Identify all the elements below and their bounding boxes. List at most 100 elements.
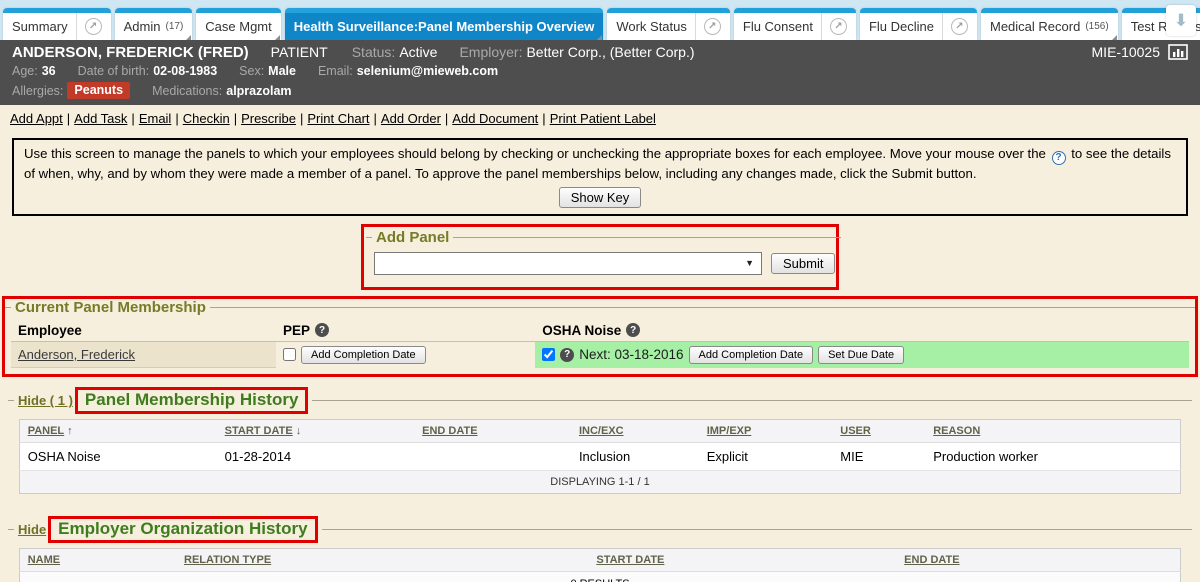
show-key-button[interactable]: Show Key: [559, 187, 642, 208]
cell-imp-exp: Explicit: [699, 443, 833, 471]
employer-history-header-row: NAME RELATION TYPE START DATE END DATE: [19, 549, 1181, 572]
age-label: Age:: [12, 64, 38, 78]
tab-medical-record[interactable]: Medical Record (156): [981, 8, 1118, 40]
osha-label: OSHA Noise: [542, 323, 621, 338]
quick-action-bar: Add Appt | Add Task | Email | Checkin | Prescrib…: [0, 105, 1200, 131]
link-separator: |: [374, 111, 377, 126]
chart-id: MIE-10025: [1092, 44, 1160, 60]
panel-history-hide-link[interactable]: Hide ( 1 ): [18, 393, 73, 408]
medications-value: alprazolam: [226, 84, 291, 98]
col-emp-end-date[interactable]: END DATE: [904, 554, 959, 566]
tab-popout-segment[interactable]: ↗: [821, 13, 847, 40]
bar-chart-icon[interactable]: [1168, 44, 1188, 60]
current-membership-fieldset: Current Panel Membership Employee PEP ? …: [5, 299, 1195, 375]
tab-popout-segment[interactable]: ↗: [695, 13, 721, 40]
record-type-label: PATIENT: [271, 44, 328, 60]
help-icon[interactable]: ?: [1052, 151, 1066, 165]
allergy-badge[interactable]: Peanuts: [67, 82, 130, 99]
tab-popout-segment[interactable]: ↗: [76, 13, 102, 40]
panel-history-header-row: PANEL↑ START DATE↓ END DATE INC/EXC IMP/…: [19, 420, 1181, 443]
add-task-link[interactable]: Add Task: [74, 111, 127, 126]
cell-end-date: [414, 443, 571, 471]
tab-flu-consent[interactable]: Flu Consent ↗: [734, 8, 856, 40]
tab-case-mgmt[interactable]: Case Mgmt: [196, 8, 280, 40]
col-start-date[interactable]: START DATE: [225, 425, 293, 437]
link-separator: |: [542, 111, 545, 126]
add-panel-select[interactable]: ▼: [374, 252, 762, 275]
pep-help-icon[interactable]: ?: [315, 323, 329, 337]
checkin-link[interactable]: Checkin: [183, 111, 230, 126]
add-appt-link[interactable]: Add Appt: [10, 111, 63, 126]
cell-inc-exc: Inclusion: [571, 443, 699, 471]
instructions-text-1: Use this screen to manage the panels to …: [24, 146, 1046, 161]
tab-menu-corner-icon: [1112, 35, 1117, 40]
employer-history-hide-link[interactable]: Hide: [18, 522, 46, 537]
col-inc-exc[interactable]: INC/EXC: [579, 425, 624, 437]
employer-history-table: NAME RELATION TYPE START DATE END DATE 0…: [19, 548, 1182, 582]
prescribe-link[interactable]: Prescribe: [241, 111, 296, 126]
email-link[interactable]: Email: [139, 111, 172, 126]
panel-history-section: Hide ( 1 ) Panel Membership History PANE…: [8, 387, 1192, 500]
add-panel-legend: Add Panel: [372, 229, 453, 246]
tab-summary[interactable]: Summary ↗: [3, 8, 111, 40]
add-order-link[interactable]: Add Order: [381, 111, 441, 126]
employer-history-legend: Hide Employer Organization History: [14, 516, 322, 543]
tab-work-status[interactable]: Work Status ↗: [607, 8, 730, 40]
tab-popout-segment[interactable]: ↗: [942, 13, 968, 40]
osha-next-due: Next: 03-18-2016: [579, 347, 683, 362]
print-chart-link[interactable]: Print Chart: [307, 111, 369, 126]
tab-label: Flu Consent: [743, 19, 813, 34]
panel-history-legend: Hide ( 1 ) Panel Membership History: [14, 387, 312, 414]
add-document-link[interactable]: Add Document: [452, 111, 538, 126]
pep-add-completion-date-button[interactable]: Add Completion Date: [301, 346, 426, 364]
col-employee: Employee: [11, 320, 276, 342]
chart-tab-bar: Summary ↗ Admin (17) Case Mgmt Health Su…: [0, 0, 1200, 40]
col-relation-type[interactable]: RELATION TYPE: [184, 554, 271, 566]
external-link-icon: ↗: [85, 18, 102, 35]
tab-admin[interactable]: Admin (17): [115, 8, 193, 40]
osha-checkbox[interactable]: [542, 348, 555, 361]
current-membership-legend: Current Panel Membership: [11, 299, 210, 316]
panel-history-title: Panel Membership History: [85, 390, 299, 409]
tab-flu-decline[interactable]: Flu Decline ↗: [860, 8, 977, 40]
tab-overflow-button[interactable]: ⬇: [1166, 5, 1196, 36]
print-patient-label-link[interactable]: Print Patient Label: [550, 111, 656, 126]
employee-link[interactable]: Anderson, Frederick: [18, 347, 135, 362]
tab-menu-corner-icon: [597, 35, 602, 40]
osha-row-help-icon[interactable]: ?: [560, 348, 574, 362]
dob-value: 02-08-1983: [153, 64, 217, 78]
patient-name: ANDERSON, FREDERICK (FRED): [12, 44, 249, 61]
col-emp-start-date[interactable]: START DATE: [596, 554, 664, 566]
col-end-date[interactable]: END DATE: [422, 425, 477, 437]
external-link-icon: ↗: [704, 18, 721, 35]
down-arrow-icon: ⬇: [1174, 11, 1188, 31]
panel-history-title-annotation: Panel Membership History: [75, 387, 309, 414]
employer-history-title-annotation: Employer Organization History: [48, 516, 317, 543]
panel-history-row: OSHA Noise 01-28-2014 Inclusion Explicit…: [19, 443, 1181, 471]
osha-add-completion-date-button[interactable]: Add Completion Date: [689, 346, 814, 364]
col-imp-exp[interactable]: IMP/EXP: [707, 425, 752, 437]
status-value: Active: [399, 44, 437, 60]
osha-help-icon[interactable]: ?: [626, 323, 640, 337]
link-separator: |: [234, 111, 237, 126]
panel-history-table: PANEL↑ START DATE↓ END DATE INC/EXC IMP/…: [19, 419, 1182, 494]
employer-value: Better Corp., (Better Corp.): [526, 44, 694, 60]
panel-history-footer-row: DISPLAYING 1-1 / 1: [19, 471, 1181, 494]
chevron-down-icon: ▼: [745, 258, 754, 268]
displaying-count: DISPLAYING 1-1 / 1: [19, 471, 1181, 494]
tab-menu-corner-icon: [186, 35, 191, 40]
cell-start-date: 01-28-2014: [217, 443, 414, 471]
link-separator: |: [445, 111, 448, 126]
pep-checkbox[interactable]: [283, 348, 296, 361]
col-reason[interactable]: REASON: [933, 425, 980, 437]
tab-label: Admin: [124, 19, 161, 34]
col-user[interactable]: USER: [840, 425, 871, 437]
col-panel[interactable]: PANEL: [28, 425, 64, 437]
external-link-icon: ↗: [951, 18, 968, 35]
tab-label: Flu Decline: [869, 19, 934, 34]
cell-panel: OSHA Noise: [19, 443, 216, 471]
osha-set-due-date-button[interactable]: Set Due Date: [818, 346, 904, 364]
col-name[interactable]: NAME: [28, 554, 60, 566]
add-panel-submit-button[interactable]: Submit: [771, 253, 835, 274]
tab-health-surveillance-active[interactable]: Health Surveillance:Panel Membership Ove…: [285, 8, 604, 40]
